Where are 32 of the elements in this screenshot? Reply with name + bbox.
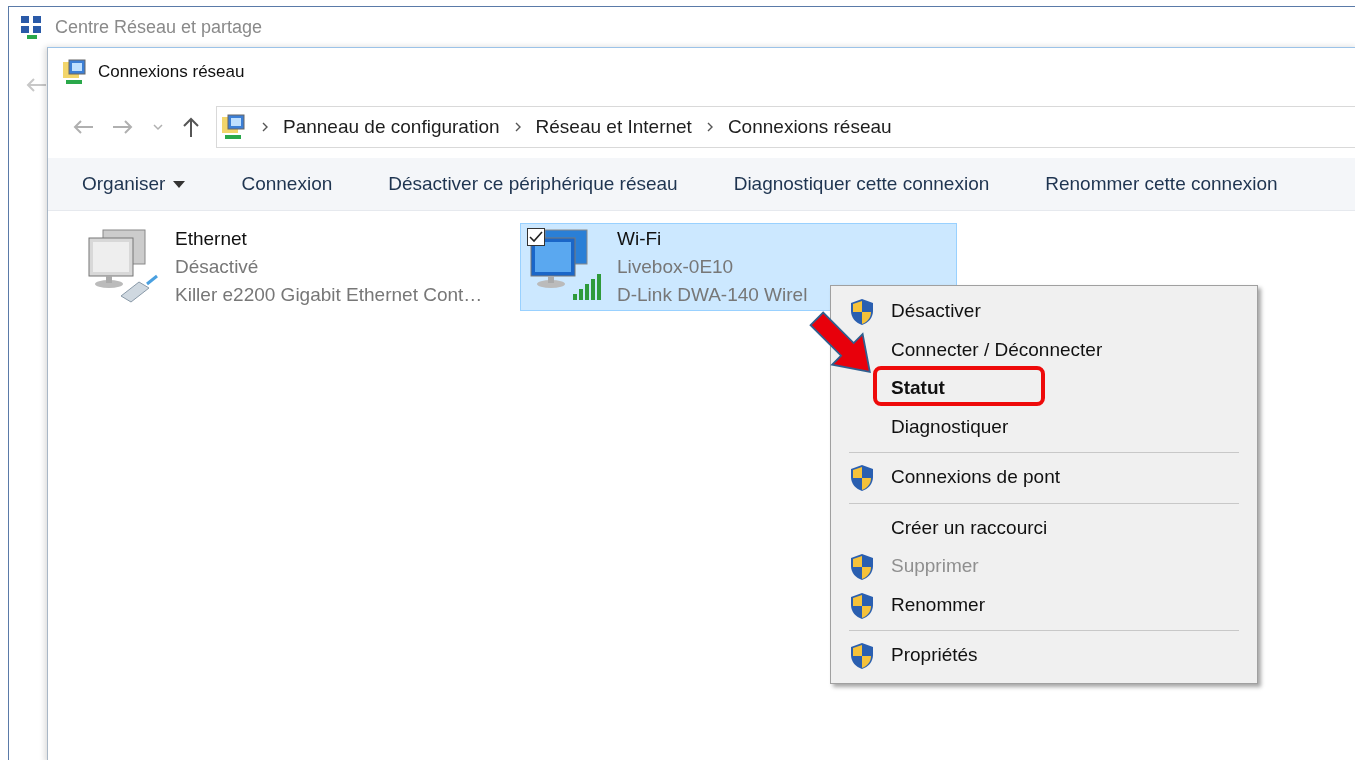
menu-item[interactable]: Créer un raccourci (891, 508, 1239, 547)
menu-item[interactable]: Diagnostiquer (891, 407, 1239, 446)
chevron-right-icon[interactable] (705, 122, 714, 132)
toolbar-button[interactable]: Désactiver ce périphérique réseau (388, 173, 678, 195)
toolbar-button[interactable]: Renommer cette connexion (1045, 173, 1278, 195)
folder-network-icon (62, 59, 88, 85)
chevron-right-icon[interactable] (261, 122, 269, 132)
breadcrumb-item[interactable]: Panneau de configuration (283, 116, 500, 138)
window-title: Centre Réseau et partage (55, 16, 263, 38)
up-arrow-icon[interactable] (182, 117, 200, 137)
connection-status: Livebox-0E10 (617, 256, 735, 278)
connection-name: Ethernet (175, 228, 248, 250)
address-bar[interactable]: Panneau de configuration Réseau et Internet Connexions réseau (216, 106, 1355, 148)
menu-item[interactable]: Connexions de pont (849, 458, 1239, 497)
adapter-name: D-Link DWA-140 Wirel (617, 284, 808, 306)
window-title: Connexions réseau (98, 62, 245, 82)
menu-item[interactable]: Renommer (849, 585, 1239, 624)
breadcrumb-item[interactable]: Réseau et Internet (535, 116, 692, 138)
toolbar-button[interactable]: Connexion (241, 173, 333, 195)
adapter-name: Killer e2200 Gigabit Ethernet Cont… (175, 284, 483, 306)
connection-status: Désactivé (175, 256, 260, 278)
menu-item[interactable]: Propriétés (849, 636, 1239, 675)
checkbox[interactable] (527, 228, 545, 246)
menu-item[interactable]: Connecter / Déconnecter (891, 330, 1239, 369)
toolbar-button[interactable]: Organiser (82, 173, 186, 195)
caret-icon (173, 180, 186, 188)
toolbar-button[interactable]: Diagnostiquer cette connexion (733, 173, 990, 195)
folder-network-icon (221, 114, 247, 140)
chevron-right-icon[interactable] (513, 122, 522, 132)
breadcrumb-item[interactable]: Connexions réseau (727, 116, 892, 138)
connection-name: Wi-Fi (617, 228, 663, 250)
menu-item[interactable]: Statut (891, 369, 1239, 408)
